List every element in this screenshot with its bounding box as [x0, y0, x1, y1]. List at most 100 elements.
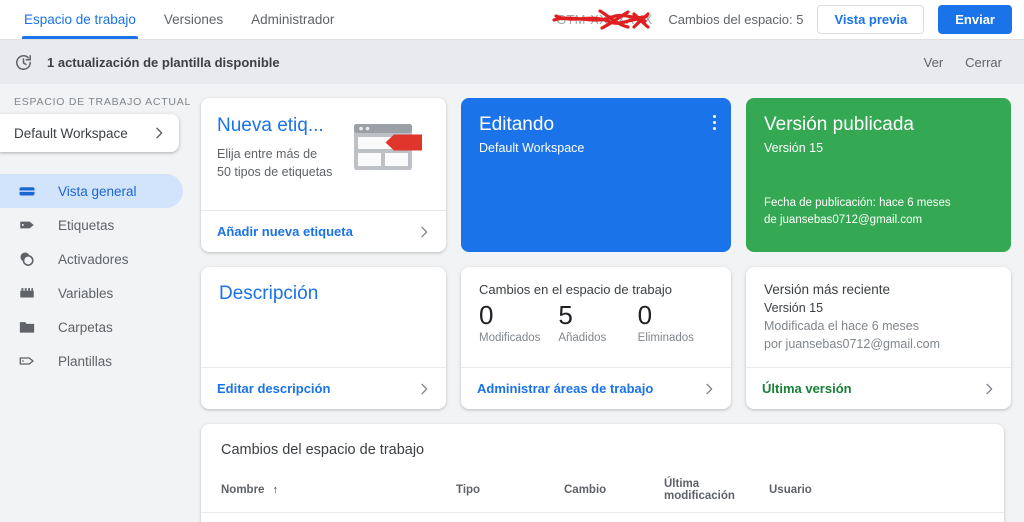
latest-version-action-label: Última versión — [762, 381, 852, 396]
sidebar-item-label: Carpetas — [58, 319, 113, 335]
sidebar-item-label: Activadores — [58, 251, 129, 267]
workspace-changes-table: Nombre ↑ Tipo Cambio Última modificación… — [201, 472, 1004, 522]
update-refresh-icon — [14, 53, 33, 72]
notification-actions: Ver Cerrar — [924, 55, 1010, 70]
latest-version-card: Versión más reciente Versión 15 Modifica… — [746, 267, 1011, 409]
stat-modificados: 0 Modificados — [479, 299, 558, 344]
folder-icon — [18, 318, 36, 336]
column-header-actions — [969, 472, 1004, 513]
sidebar-nav: Vista general Etiquetas Activadores Vari… — [0, 174, 195, 378]
container-id-text: GTM-XXXXXXX — [556, 11, 653, 27]
column-header-nombre[interactable]: Nombre ↑ — [201, 472, 456, 513]
description-action-label: Editar descripción — [217, 381, 331, 396]
sidebar-item-etiquetas[interactable]: Etiquetas — [0, 208, 183, 242]
stat-eliminados: 0 Eliminados — [638, 299, 717, 344]
description-title: Descripción — [219, 283, 319, 304]
sidebar-item-vista-general[interactable]: Vista general — [0, 174, 183, 208]
workspace-changes-card-body: Cambios en el espacio de trabajo 0 Modif… — [461, 267, 731, 367]
new-tag-subtitle-line2: 50 tipos de etiquetas — [217, 165, 333, 180]
table-head: Nombre ↑ Tipo Cambio Última modificación… — [201, 472, 1004, 513]
tab-label: Versiones — [163, 12, 224, 27]
workspace-changes-card: Cambios en el espacio de trabajo 0 Modif… — [461, 267, 731, 409]
latest-version-card-action[interactable]: Última versión — [746, 367, 1011, 409]
column-header-usuario[interactable]: Usuario — [769, 472, 969, 513]
notification-view-link[interactable]: Ver — [924, 55, 944, 70]
workspace-changes-table-card: Cambios del espacio de trabajo Nombre ↑ … — [201, 424, 1004, 522]
sidebar-item-label: Etiquetas — [58, 217, 115, 233]
table-body: Clic al menu principal Activador Añadido… — [201, 513, 1004, 522]
chevron-right-icon — [416, 381, 432, 397]
description-card-action[interactable]: Editar descripción — [201, 367, 446, 409]
preview-button[interactable]: Vista previa — [817, 5, 925, 34]
workspace-changes-stats: 0 Modificados 5 Añadidos 0 Eliminados — [479, 299, 717, 344]
column-header-tipo[interactable]: Tipo — [456, 472, 564, 513]
new-tag-action-label: Añadir nueva etiqueta — [217, 224, 353, 239]
sidebar-item-label: Variables — [58, 285, 114, 301]
trigger-icon — [18, 250, 36, 268]
stat-label: Eliminados — [637, 331, 694, 344]
notification-bar: 1 actualización de plantilla disponible … — [0, 40, 1024, 84]
column-label: Nombre — [221, 484, 265, 496]
latest-version-card-body: Versión más reciente Versión 15 Modifica… — [746, 267, 1011, 367]
latest-version-author: por juansebas0712@gmail.com — [764, 337, 940, 352]
stat-value: 5 — [558, 300, 573, 330]
sidebar-item-carpetas[interactable]: Carpetas — [0, 310, 183, 344]
template-icon — [18, 352, 36, 370]
cell-actions — [969, 513, 1004, 522]
tab-label: Espacio de trabajo — [24, 12, 136, 27]
cell-tipo: Activador — [456, 513, 564, 522]
stat-label: Modificados — [479, 331, 541, 344]
editing-card: Editando Default Workspace — [461, 98, 731, 252]
sidebar-item-variables[interactable]: Variables — [0, 276, 183, 310]
cell-usuario: juansebas0712@gmail.com — [769, 513, 969, 522]
published-version-date: Fecha de publicación: hace 6 meses — [764, 196, 951, 209]
tag-icon — [18, 216, 36, 234]
editing-card-body: Editando Default Workspace — [461, 98, 731, 243]
workspace-changes-title: Cambios en el espacio de trabajo — [479, 282, 672, 297]
stat-value: 0 — [479, 300, 494, 330]
chevron-right-icon — [981, 381, 997, 397]
arrow-up-icon: ↑ — [272, 484, 279, 496]
overview-cards-grid: Nueva etiq... Elija entre más de 50 tipo… — [201, 98, 1011, 409]
workspace-changes-card-action[interactable]: Administrar áreas de trabajo — [461, 367, 731, 409]
workspace-changes-count: Cambios del espacio: 5 — [668, 12, 804, 27]
chevron-right-icon — [701, 381, 717, 397]
variables-icon — [18, 284, 36, 302]
editing-card-title: Editando — [479, 114, 555, 135]
stat-label: Añadidos — [558, 331, 607, 344]
notification-close-link[interactable]: Cerrar — [965, 55, 1002, 70]
latest-version-title: Versión más reciente — [764, 282, 891, 297]
submit-button[interactable]: Enviar — [938, 5, 1012, 34]
published-version-title: Versión publicada — [764, 114, 914, 135]
sidebar-section-label: ESPACIO DE TRABAJO ACTUAL — [14, 96, 192, 108]
column-header-ultima-modificacion[interactable]: Última modificación — [664, 472, 769, 513]
cell-nombre: Clic al menu principal — [201, 513, 456, 522]
notification-text: 1 actualización de plantilla disponible — [47, 54, 280, 70]
editing-card-more-vert-icon[interactable] — [710, 112, 719, 133]
workspace-changes-action-label: Administrar áreas de trabajo — [477, 381, 654, 396]
tab-administrador[interactable]: Administrador — [237, 0, 348, 39]
new-tag-card-action[interactable]: Añadir nueva etiqueta — [201, 210, 446, 252]
published-version-footer: Fecha de publicación: hace 6 meses de ju… — [764, 195, 995, 230]
top-bar: Espacio de trabajo Versiones Administrad… — [0, 0, 1024, 40]
editing-card-subtitle: Default Workspace — [479, 140, 585, 155]
sidebar-item-activadores[interactable]: Activadores — [0, 242, 183, 276]
sidebar-item-plantillas[interactable]: Plantillas — [0, 344, 183, 378]
chevron-right-icon — [151, 125, 167, 141]
workspace-name: Default Workspace — [14, 125, 128, 141]
workspace-selector[interactable]: Default Workspace — [0, 114, 179, 152]
tab-espacio-de-trabajo[interactable]: Espacio de trabajo — [10, 0, 150, 39]
tab-versiones[interactable]: Versiones — [150, 0, 237, 39]
sidebar-item-label: Vista general — [58, 183, 137, 199]
table-row[interactable]: Clic al menu principal Activador Añadido… — [201, 513, 1004, 522]
table-header-row: Nombre ↑ Tipo Cambio Última modificación… — [201, 472, 1004, 513]
new-tag-subtitle-line1: Elija entre más de — [217, 146, 318, 161]
cell-cambio: Añadido — [564, 513, 664, 522]
container-id-redacted: GTM-XXXXXXX — [552, 8, 654, 30]
new-tag-card-body: Nueva etiq... Elija entre más de 50 tipo… — [201, 98, 446, 210]
description-card: Descripción Editar descripción — [201, 267, 446, 409]
column-header-cambio[interactable]: Cambio — [564, 472, 664, 513]
new-tag-text: Nueva etiq... Elija entre más de 50 tipo… — [217, 115, 352, 200]
published-version-author: de juansebas0712@gmail.com — [764, 213, 923, 226]
new-tag-title: Nueva etiq... — [217, 115, 324, 136]
